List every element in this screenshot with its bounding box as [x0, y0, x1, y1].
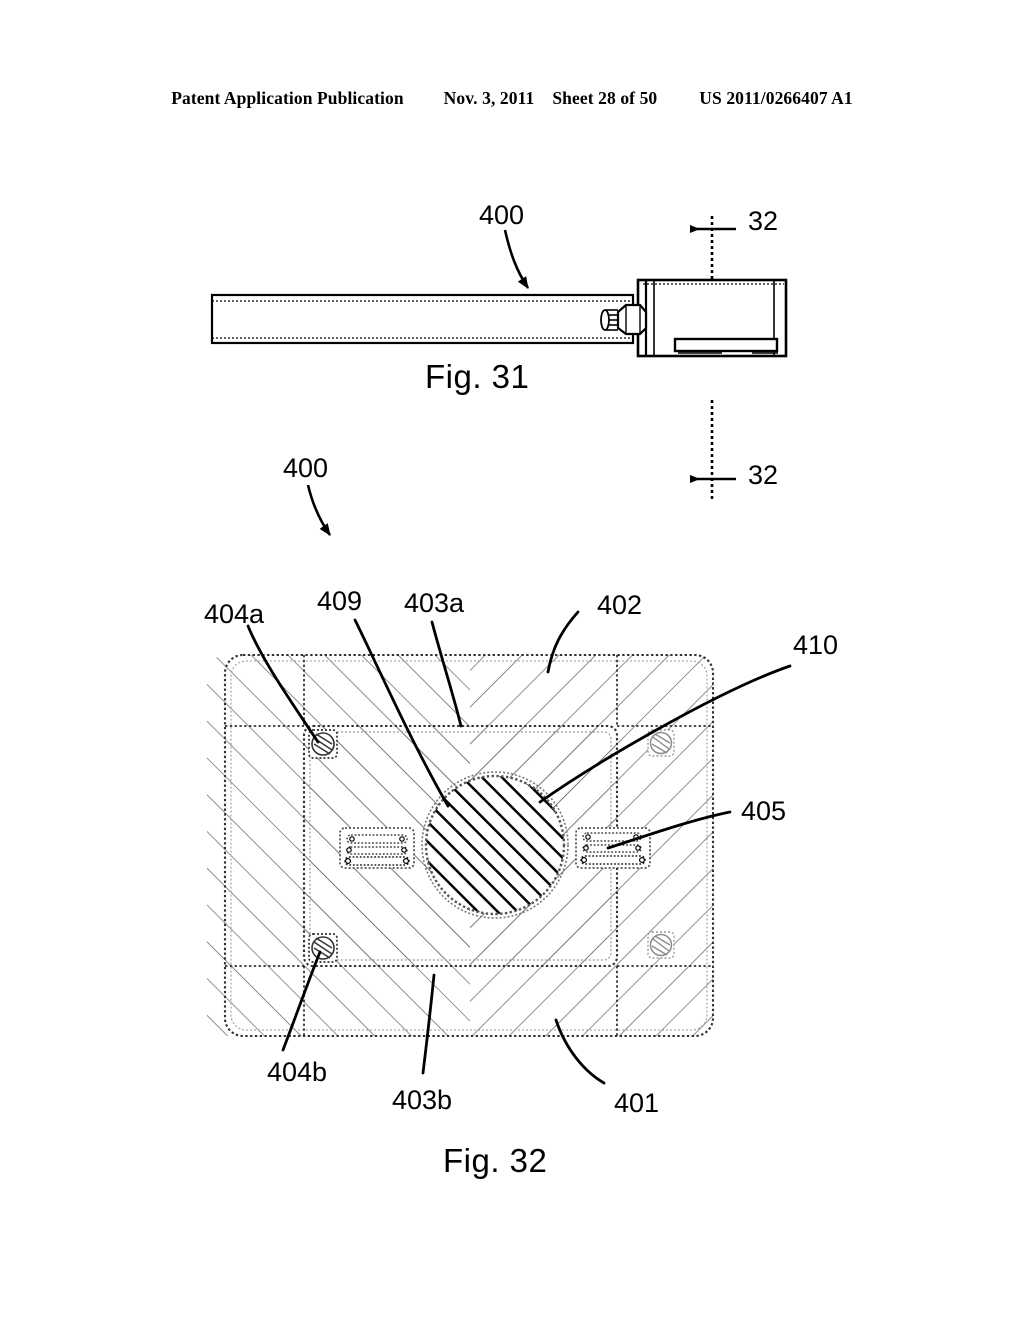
drawing-canvas [207, 216, 792, 1085]
header-patent-number: US 2011/0266407 A1 [699, 88, 853, 108]
leader-403b [421, 973, 436, 1075]
inner-boundary-403-offset [309, 731, 612, 961]
leader-404b [281, 950, 322, 1052]
reference-numeral-401: 401 [614, 1088, 660, 1118]
leader-410 [538, 664, 792, 804]
reference-numeral-404b: 404b [267, 1057, 328, 1087]
figure-32-drawing [207, 484, 792, 1085]
corner-registration-marks [225, 655, 713, 1036]
reference-numeral-410: 410 [793, 630, 839, 660]
corner-fastener-404b [308, 933, 338, 963]
outer-body-402 [207, 655, 713, 1036]
reference-numeral-400-fig32: 400 [283, 453, 329, 483]
figure-32-caption: Fig. 32 [443, 1142, 548, 1179]
reference-numeral-403b: 403b [392, 1085, 453, 1115]
central-element-410 [421, 771, 569, 919]
connector-right-405 [575, 827, 651, 869]
reference-numeral-409: 409 [317, 586, 363, 616]
leader-401 [554, 1018, 606, 1085]
figure-31-caption: Fig. 31 [425, 358, 530, 395]
section-label-32-top: 32 [748, 206, 779, 236]
reference-numeral-404a: 404a [204, 599, 265, 629]
reference-numeral-403a: 403a [404, 588, 465, 618]
section-line-32-top [690, 216, 736, 288]
end-housing-fig31 [636, 278, 788, 358]
inner-plate-401 [304, 726, 617, 966]
header-sheet-number: Sheet 28 of 50 [552, 88, 658, 108]
bar-body-fig31 [210, 293, 635, 345]
corner-fastener-top-right [647, 729, 675, 757]
reference-numeral-400-fig31: 400 [479, 200, 525, 230]
section-label-32-bottom: 32 [748, 460, 779, 490]
corner-fastener-404a [308, 729, 338, 759]
header-publication-date: Nov. 3, 2011 [443, 88, 535, 108]
leader-lines-fig32 [246, 610, 792, 1085]
corner-fastener-bottom-right [647, 931, 675, 959]
outer-boundary-402-offset [230, 660, 708, 1031]
fastener-bolt-fig31 [600, 303, 648, 336]
leader-405 [606, 810, 732, 850]
leader-403a [430, 620, 463, 728]
lead-line-400-fig31 [503, 229, 530, 289]
reference-numeral-405: 405 [741, 796, 787, 826]
publication-header: Patent Application Publication Nov. 3, 2… [0, 88, 1024, 112]
lead-line-400-fig32 [306, 484, 332, 536]
reference-numeral-402: 402 [597, 590, 643, 620]
leader-409 [353, 618, 450, 808]
inner-boundary-403 [302, 724, 619, 968]
connector-left-409 [339, 827, 415, 869]
patent-drawing-page: Patent Application Publication Nov. 3, 2… [0, 0, 1024, 1320]
leader-404a [246, 624, 320, 744]
header-publication-title: Patent Application Publication [171, 88, 404, 108]
section-line-32-bottom [690, 400, 736, 500]
leader-402 [546, 610, 580, 674]
outer-boundary-402 [223, 653, 715, 1038]
